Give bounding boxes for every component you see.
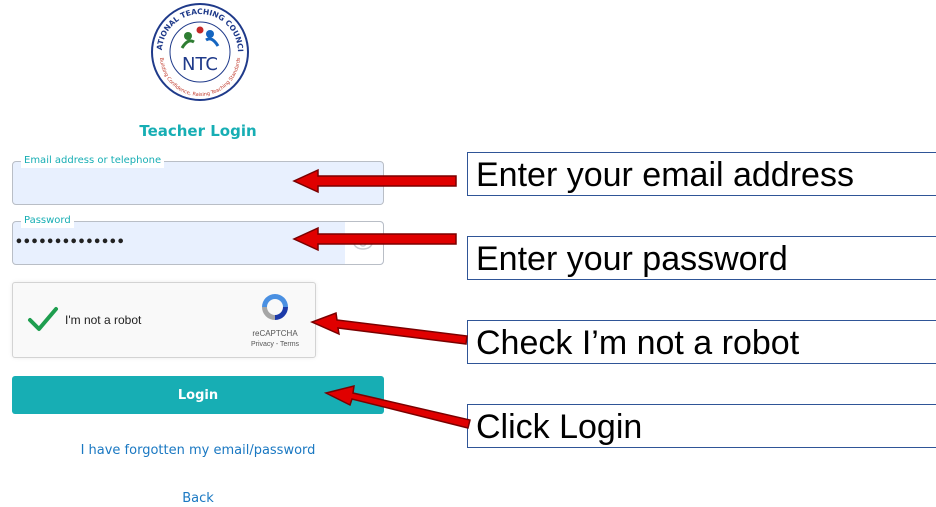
recaptcha-brand: reCAPTCHA	[252, 329, 298, 338]
recaptcha-links[interactable]: Privacy - Terms	[243, 341, 307, 348]
page-title: Teacher Login	[139, 122, 257, 140]
callout-login: Click Login	[467, 404, 936, 448]
password-field[interactable]: Password ••••••••••••••	[12, 214, 384, 265]
login-button[interactable]: Login	[12, 376, 384, 414]
recaptcha-label: I'm not a robot	[65, 313, 142, 327]
callout-password: Enter your password	[467, 236, 936, 280]
email-field-label: Email address or telephone	[21, 154, 165, 168]
callout-robot: Check I’m not a robot	[467, 320, 936, 364]
logo-acronym: NTC	[182, 54, 218, 75]
recaptcha-icon	[262, 294, 288, 320]
password-field-value: ••••••••••••••	[15, 235, 125, 250]
password-field-label: Password	[21, 214, 74, 228]
arrow-to-captcha	[310, 311, 468, 345]
forgot-password-link[interactable]: I have forgotten my email/password	[12, 443, 384, 458]
checkmark-icon[interactable]	[27, 305, 59, 333]
eye-icon[interactable]	[353, 235, 373, 251]
recaptcha-widget: I'm not a robot reCAPTCHA Privacy - Term…	[12, 282, 316, 358]
ntc-logo: NATIONAL TEACHING COUNCIL Building Confi…	[148, 0, 249, 101]
callout-email: Enter your email address	[467, 152, 936, 196]
email-field[interactable]: Email address or telephone	[12, 154, 384, 205]
back-link[interactable]: Back	[12, 491, 384, 506]
